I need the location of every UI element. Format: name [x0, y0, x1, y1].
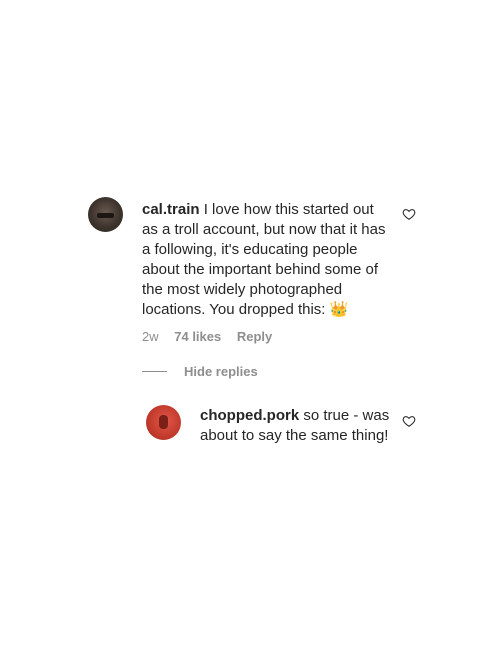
hide-replies-toggle[interactable]: Hide replies [142, 364, 258, 379]
comment-body: cal.train I love how this started out as… [142, 200, 392, 320]
hide-replies-label[interactable]: Hide replies [184, 364, 258, 379]
comment-username[interactable]: cal.train [142, 201, 200, 218]
reply-button[interactable]: Reply [237, 329, 272, 344]
avatar-cal-train[interactable] [88, 197, 123, 232]
comment-text: I love how this started out as a troll a… [142, 201, 386, 318]
avatar-chopped-pork[interactable] [146, 405, 181, 440]
comment-time: 2w [142, 329, 159, 344]
comment-meta: 2w 74 likes Reply [142, 329, 284, 344]
like-heart-icon[interactable] [402, 414, 416, 428]
reply-username[interactable]: chopped.pork [200, 407, 299, 424]
like-heart-icon[interactable] [402, 207, 416, 221]
comment-likes[interactable]: 74 likes [174, 329, 221, 344]
reply-body: chopped.pork so true - was about to say … [200, 406, 395, 446]
divider-line [142, 371, 167, 372]
